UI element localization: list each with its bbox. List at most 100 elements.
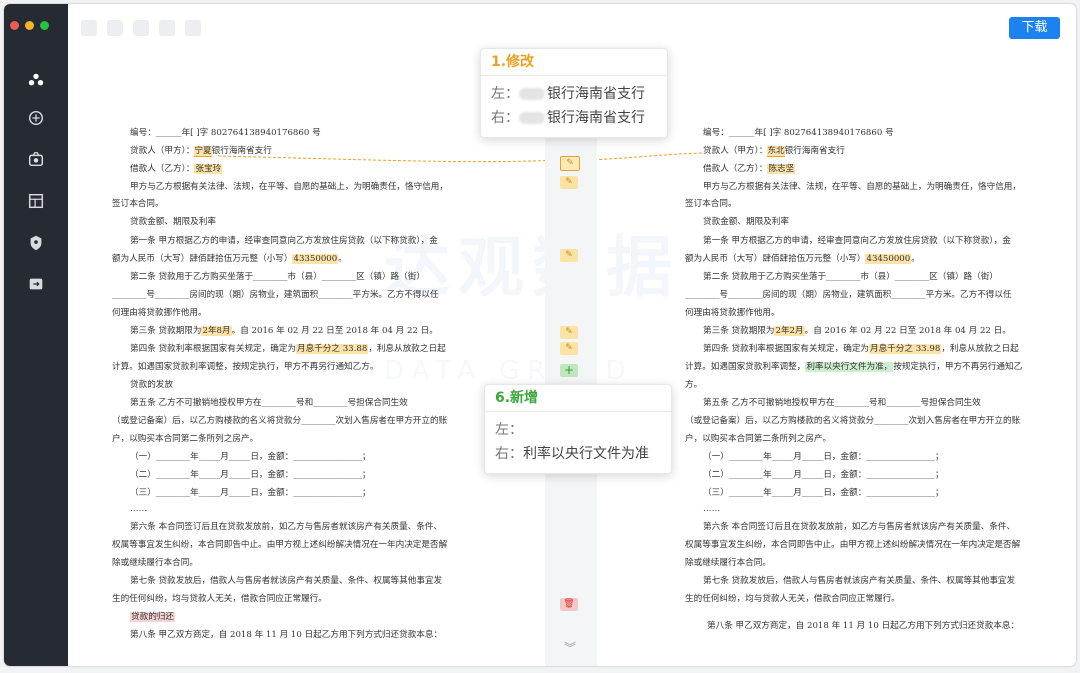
- lender-line: 贷款人（甲方）：东北银行海南省支行: [703, 144, 845, 157]
- doc-line: 第五条 乙方不可撤销地授权甲方在________号和________号担保合同生…: [130, 398, 408, 408]
- borrower-diff-highlight[interactable]: 陈志坚: [767, 164, 796, 174]
- doc-line: 额为人民币（大写）肆佰肆拾伍万元整（小写）43450000。: [685, 252, 920, 264]
- doc-line: 第二条 贷款用于乙方购买坐落于________市（县）________区（镇）路…: [130, 272, 425, 282]
- deleted-diff-highlight[interactable]: 贷款的归还: [130, 612, 175, 622]
- toolbar-button-4[interactable]: [159, 20, 175, 36]
- doc-line: （三）________年_____月_____日，金额：____________…: [703, 488, 944, 498]
- popup-left-row: 左： 银行海南省支行: [481, 82, 667, 106]
- borrower-line: 借款人（乙方）：陈志坚: [703, 162, 796, 174]
- close-dot[interactable]: [10, 21, 19, 30]
- lender-rest: 银行海南省支行: [784, 146, 845, 156]
- left-label: 左：: [495, 422, 523, 438]
- doc-line: 生的任何纠纷，均与贷款人无关，借款合同应正常履行。: [685, 594, 900, 604]
- doc-line: ________号________房间的现（期）房物业，建筑面积________…: [685, 290, 1012, 300]
- compare-icon[interactable]: [23, 105, 49, 131]
- doc-heading: 贷款金额、期限及利率: [703, 217, 789, 227]
- lender-diff-highlight[interactable]: 宁夏: [194, 146, 212, 157]
- amount-diff-highlight[interactable]: 43450000: [865, 254, 912, 264]
- doc-line: 第一条 甲方根据乙方的申请，经审查同意向乙方发放住房贷款（以下称贷款），金: [703, 236, 1011, 246]
- lender-diff-highlight[interactable]: 东北: [767, 146, 785, 157]
- right-value: 银行海南省支行: [547, 110, 645, 126]
- doc-line: ……: [130, 504, 148, 514]
- right-value: 利率以央行文件为准: [523, 446, 649, 462]
- redacted-text: [519, 88, 545, 100]
- term-diff-highlight[interactable]: 2年2月: [774, 326, 805, 336]
- added-prefix: 计算。如遇国家贷款利率调整，: [685, 362, 806, 372]
- maximize-dot[interactable]: [40, 21, 49, 30]
- doc-heading: 贷款金额、期限及利率: [130, 217, 216, 227]
- redacted-text: [519, 112, 545, 124]
- pencil-icon[interactable]: ✎: [560, 249, 578, 262]
- doc-line: 权属等事宜发生纠纷，本合同即告中止。由甲方视上述纠纷解决情况在一年内决定是否解: [685, 540, 1021, 550]
- plus-icon[interactable]: +: [560, 364, 578, 377]
- borrower-label: 借款人（乙方）：: [703, 164, 768, 174]
- doc-line: 户，以购买本合同第二条所列之房产。: [112, 434, 259, 444]
- popup-title: 1.修改: [481, 49, 667, 76]
- amount-diff-highlight[interactable]: 43350000: [292, 254, 339, 264]
- borrower-line: 借款人（乙方）：张宝玲: [130, 162, 223, 174]
- added-suffix: 按规定执行，甲方不再另行通知乙: [893, 362, 1023, 372]
- chevron-double-down-icon[interactable]: ︾: [564, 639, 576, 656]
- pencil-icon[interactable]: ✎: [560, 156, 580, 171]
- rate-diff-highlight[interactable]: 月息千分之 33.88: [296, 344, 369, 354]
- term-diff-highlight[interactable]: 2年8月: [201, 326, 232, 336]
- toolbar-button-2[interactable]: [107, 20, 123, 36]
- download-button[interactable]: 下载: [1009, 17, 1060, 39]
- minimize-dot[interactable]: [25, 21, 34, 30]
- amount-suffix: 。: [911, 254, 920, 264]
- toolbar-button-3[interactable]: [133, 20, 149, 36]
- doc-line: 签订本合同。: [112, 199, 164, 209]
- doc-line: 甲方与乙方根据有关法律、法规，在平等、自愿的基础上，为明确责任，恪守信用，: [703, 182, 1021, 192]
- shield-icon[interactable]: [23, 230, 49, 256]
- added-diff-highlight[interactable]: 利率以央行文件为准，: [805, 362, 894, 372]
- export-icon[interactable]: [23, 271, 49, 297]
- doc-line: 第七条 贷款发放后，借款人与售房者就该房产有关质量、条件、权属等其他事宜发: [703, 576, 1016, 586]
- amount-prefix: 额为人民币（大写）肆佰肆拾伍万元整（小写）: [685, 254, 866, 264]
- borrower-diff-highlight[interactable]: 张宝玲: [194, 164, 223, 174]
- pencil-icon[interactable]: ✎: [560, 326, 578, 339]
- doc-line: ……: [703, 504, 721, 514]
- doc-line: （一）________年_____月_____日，金额：____________…: [703, 452, 944, 462]
- doc-line: 第四条 贷款利率根据国家有关规定，确定为月息千分之 33.98，利息从放款之日起: [703, 342, 1019, 354]
- rate-diff-highlight[interactable]: 月息千分之 33.98: [869, 344, 942, 354]
- layout-icon[interactable]: [23, 188, 49, 214]
- lender-label: 贷款人（甲方）：: [130, 146, 195, 156]
- scan-icon[interactable]: [23, 146, 49, 172]
- doc-line: 第二条 贷款用于乙方购买坐落于________市（县）________区（镇）路…: [703, 272, 998, 282]
- doc-line: 权属等事宜发生纠纷，本合同即告中止。由甲方视上述纠纷解决情况在一年内决定是否解: [112, 540, 448, 550]
- pencil-icon[interactable]: ✎: [560, 176, 578, 189]
- doc-line: 何理由将贷款挪作他用。: [685, 308, 780, 318]
- doc-line: 编号：______年[ ]字 802764138940176860 号: [703, 128, 894, 138]
- term-suffix: 。自 2016 年 02 月 22 日至 2018 年 04 月 22 日。: [231, 326, 438, 336]
- doc-line: 户，以购买本合同第二条所列之房产。: [685, 434, 832, 444]
- doc-line: 第八条 甲乙双方商定，自 2018 年 11 月 10 日起乙方用下列方式归还贷…: [130, 630, 443, 640]
- left-value: 银行海南省支行: [547, 86, 645, 102]
- toolbar-button-5[interactable]: [185, 20, 201, 36]
- doc-line: 何理由将贷款挪作他用。: [112, 308, 207, 318]
- popup-right-row: 右：利率以央行文件为准: [485, 442, 671, 466]
- logo-icon[interactable]: [23, 67, 49, 93]
- doc-line: 甲方与乙方根据有关法律、法规，在平等、自愿的基础上，为明确责任，恪守信用，: [130, 182, 448, 192]
- doc-line: 除或继续履行本合同。: [112, 558, 198, 568]
- add-popup: 6.新增 左： 右：利率以央行文件为准: [484, 384, 672, 474]
- traffic-lights: [10, 21, 49, 30]
- top-toolbar: 下载: [68, 4, 1076, 50]
- toolbar-button-1[interactable]: [81, 20, 97, 36]
- trash-icon[interactable]: 🗑: [560, 598, 578, 611]
- pencil-icon[interactable]: ✎: [560, 342, 578, 355]
- modify-popup: 1.修改 左： 银行海南省支行 右： 银行海南省支行: [480, 48, 668, 138]
- doc-line: 第六条 本合同签订后且在贷款发放前，如乙方与售房者就该房产有关质量、条件、: [703, 522, 1016, 532]
- doc-line: 第三条 贷款期限为2年8月。自 2016 年 02 月 22 日至 2018 年…: [130, 324, 438, 336]
- doc-line: 签订本合同。: [685, 199, 737, 209]
- doc-line: 额为人民币（大写）肆佰肆拾伍万元整（小写）43350000。: [112, 252, 347, 264]
- term-prefix: 第三条 贷款期限为: [703, 326, 775, 336]
- rate-prefix: 第四条 贷款利率根据国家有关规定，确定为: [130, 344, 297, 354]
- doc-heading: 贷款的发放: [130, 380, 173, 390]
- doc-line: 第六条 本合同签订后且在贷款发放前，如乙方与售房者就该房产有关质量、条件、: [130, 522, 443, 532]
- doc-line: 除或继续履行本合同。: [685, 558, 771, 568]
- term-prefix: 第三条 贷款期限为: [130, 326, 202, 336]
- lender-rest: 银行海南省支行: [211, 146, 272, 156]
- doc-line: 第四条 贷款利率根据国家有关规定，确定为月息千分之 33.88，利息从放款之日起: [130, 342, 446, 354]
- right-label: 右：: [491, 110, 519, 126]
- doc-line: 方。: [685, 380, 703, 390]
